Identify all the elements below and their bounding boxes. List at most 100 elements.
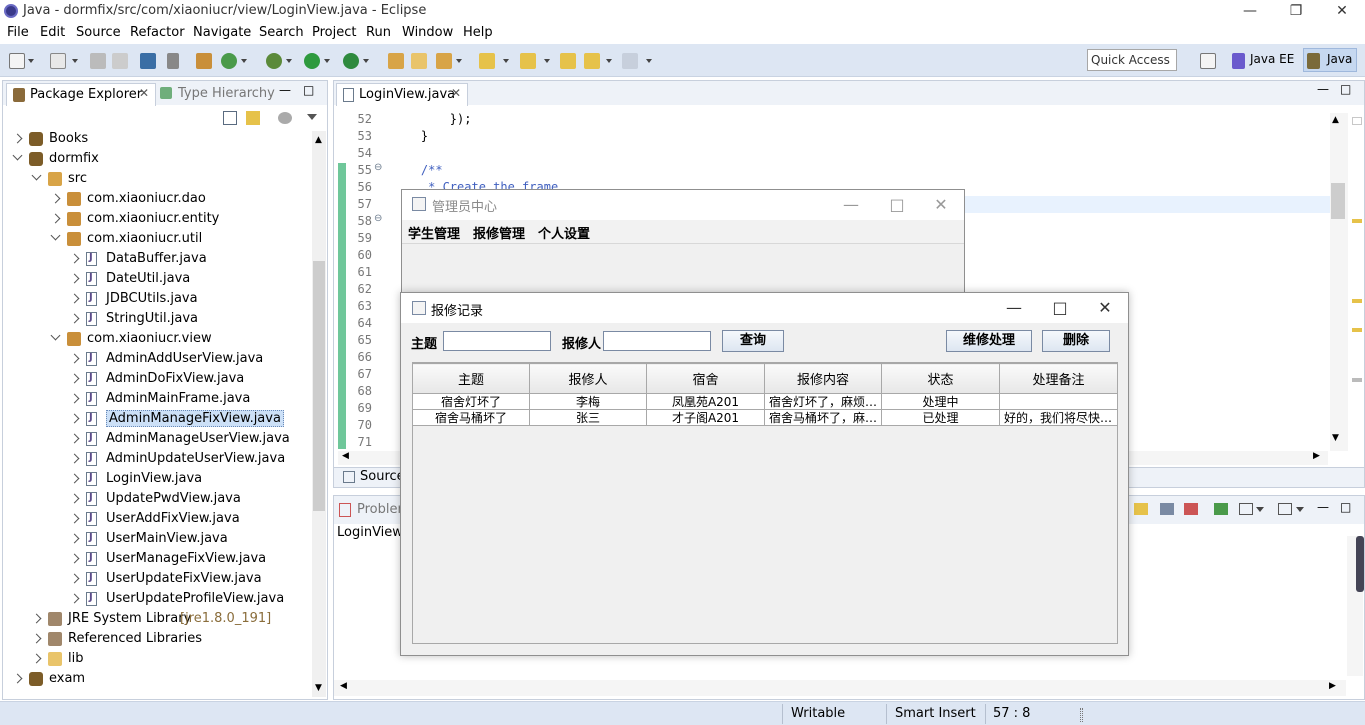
close-icon[interactable]: ✕: [451, 86, 461, 100]
menu-file[interactable]: File: [7, 25, 29, 40]
column-header[interactable]: 报修内容: [764, 363, 882, 394]
close-button[interactable]: ✕: [1082, 298, 1128, 317]
skip-breakpoints-icon[interactable]: [167, 53, 179, 69]
view-toolbar-icon[interactable]: [1134, 503, 1148, 515]
tree-item[interactable]: com.xiaoniucr.dao: [3, 189, 309, 209]
delete-button[interactable]: 删除: [1042, 330, 1110, 352]
tree-item[interactable]: Referenced Libraries: [3, 629, 309, 649]
chevron-right-icon[interactable]: [31, 613, 42, 624]
reporter-field[interactable]: [603, 331, 711, 351]
tab-type-hierarchy[interactable]: Type Hierarchy: [178, 86, 275, 101]
scroll-left-icon[interactable]: ◀: [340, 681, 347, 691]
chevron-right-icon[interactable]: [50, 193, 61, 204]
maximize-view-icon[interactable]: □: [1340, 500, 1351, 514]
view-toolbar-icon[interactable]: [1214, 503, 1228, 515]
forward-icon[interactable]: [622, 53, 638, 69]
open-project-icon[interactable]: [388, 53, 404, 69]
table-cell[interactable]: 凤凰苑A201: [646, 393, 765, 410]
table-row[interactable]: 宿舍灯坏了 李梅 凤凰苑A201 宿舍灯坏了，麻烦… 处理中: [412, 393, 1118, 410]
minimize-view-icon[interactable]: —: [279, 83, 291, 97]
chevron-right-icon[interactable]: [69, 253, 80, 264]
run-icon[interactable]: [304, 53, 320, 69]
menu-student-management[interactable]: 学生管理: [408, 223, 460, 242]
scrollbar-thumb[interactable]: [1356, 536, 1364, 592]
minimize-view-icon[interactable]: —: [1317, 82, 1329, 96]
table-cell[interactable]: 处理中: [881, 393, 1000, 410]
tree-scrollbar[interactable]: ▲ ▼: [312, 131, 326, 697]
problems-hscrollbar[interactable]: ◀ ▶: [334, 680, 1346, 696]
view-menu-icon[interactable]: [307, 114, 317, 120]
table-cell[interactable]: [999, 393, 1118, 410]
annotation-icon[interactable]: [479, 53, 495, 69]
chevron-right-icon[interactable]: [69, 513, 80, 524]
table-cell[interactable]: 张三: [529, 409, 647, 426]
chevron-down-icon[interactable]: [31, 170, 42, 181]
chevron-down-icon[interactable]: [12, 150, 23, 161]
restore-button[interactable]: ❐: [1273, 0, 1319, 23]
console-icon[interactable]: [140, 53, 156, 69]
column-header[interactable]: 主题: [412, 363, 530, 394]
chevron-right-icon[interactable]: [69, 493, 80, 504]
save-icon[interactable]: [90, 53, 106, 69]
chevron-right-icon[interactable]: [69, 313, 80, 324]
menu-run[interactable]: Run: [366, 25, 391, 40]
tree-item[interactable]: AdminAddUserView.java: [3, 349, 309, 369]
view-toolbar-icon[interactable]: [1239, 503, 1253, 515]
maximize-view-icon[interactable]: □: [303, 83, 314, 97]
quick-access-input[interactable]: Quick Access: [1087, 49, 1177, 71]
chevron-right-icon[interactable]: [69, 393, 80, 404]
next-annotation-icon[interactable]: [520, 53, 536, 69]
chevron-right-icon[interactable]: [69, 293, 80, 304]
scroll-right-icon[interactable]: ▶: [1329, 681, 1336, 691]
chevron-right-icon[interactable]: [12, 673, 23, 684]
chevron-right-icon[interactable]: [69, 353, 80, 364]
chevron-down-icon[interactable]: [456, 59, 462, 63]
menu-navigate[interactable]: Navigate: [193, 25, 251, 40]
editor-vscrollbar[interactable]: ▲ ▼: [1330, 113, 1348, 451]
table-cell[interactable]: 宿舍灯坏了: [412, 393, 530, 410]
chevron-down-icon[interactable]: [72, 59, 78, 63]
chevron-right-icon[interactable]: [69, 413, 80, 424]
scrollbar-thumb[interactable]: [1331, 183, 1345, 219]
menu-help[interactable]: Help: [463, 25, 493, 40]
new-icon[interactable]: [9, 53, 25, 69]
tree-item[interactable]: JDBCUtils.java: [3, 289, 309, 309]
menu-source[interactable]: Source: [76, 25, 121, 40]
tree-item[interactable]: StringUtil.java: [3, 309, 309, 329]
filter-icon[interactable]: [278, 112, 292, 124]
perspective-java[interactable]: Java: [1327, 52, 1352, 66]
open-folder-icon[interactable]: [411, 53, 427, 69]
tab-loginview[interactable]: LoginView.java ✕: [336, 83, 468, 106]
menu-edit[interactable]: Edit: [40, 25, 65, 40]
minimize-button[interactable]: —: [991, 298, 1037, 317]
link-editor-icon[interactable]: [246, 111, 260, 125]
table-cell[interactable]: 宿舍马桶坏了，麻…: [764, 409, 882, 426]
javaee-perspective-icon[interactable]: [1232, 53, 1245, 69]
column-header[interactable]: 报修人: [529, 363, 647, 394]
menu-repair-management[interactable]: 报修管理: [473, 223, 525, 242]
tree-item[interactable]: LoginView.java: [3, 469, 309, 489]
chevron-down-icon[interactable]: [28, 59, 34, 63]
menu-search[interactable]: Search: [259, 25, 304, 40]
menu-refactor[interactable]: Refactor: [130, 25, 185, 40]
tree-item[interactable]: UserUpdateFixView.java: [3, 569, 309, 589]
table-row[interactable]: 宿舍马桶坏了 张三 才子阁A201 宿舍马桶坏了，麻… 已处理 好的，我们将尽快…: [412, 409, 1118, 426]
tree-item[interactable]: UserManageFixView.java: [3, 549, 309, 569]
scroll-down-icon[interactable]: ▼: [315, 683, 322, 693]
minimize-view-icon[interactable]: —: [1317, 500, 1329, 514]
table-cell[interactable]: 宿舍灯坏了，麻烦…: [764, 393, 882, 410]
query-button[interactable]: 查询: [722, 330, 784, 352]
chevron-down-icon[interactable]: [241, 59, 247, 63]
maximize-view-icon[interactable]: □: [1340, 82, 1351, 96]
chevron-right-icon[interactable]: [69, 533, 80, 544]
chevron-right-icon[interactable]: [31, 633, 42, 644]
minimize-button[interactable]: —: [828, 195, 874, 214]
open-type-icon[interactable]: [196, 53, 212, 69]
subject-field[interactable]: [443, 331, 551, 351]
tree-item[interactable]: AdminDoFixView.java: [3, 369, 309, 389]
tree-item[interactable]: dormfix: [3, 149, 309, 169]
table-cell[interactable]: 才子阁A201: [646, 409, 765, 426]
scroll-up-icon[interactable]: ▲: [315, 135, 322, 145]
last-edit-icon[interactable]: [560, 53, 576, 69]
collapse-all-icon[interactable]: [223, 111, 237, 125]
